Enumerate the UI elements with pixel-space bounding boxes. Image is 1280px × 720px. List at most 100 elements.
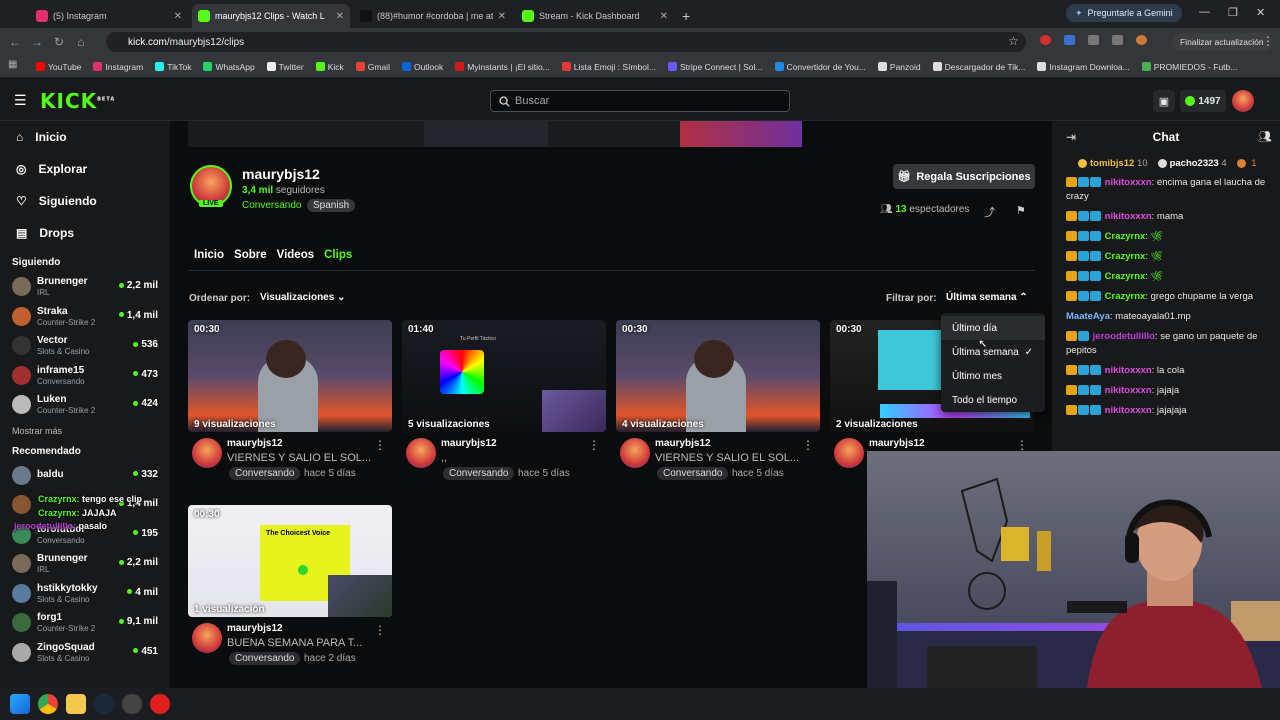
- tab-videos[interactable]: Videos: [277, 249, 315, 261]
- close-window-button[interactable]: ✕: [1256, 6, 1265, 19]
- steam-icon[interactable]: [94, 694, 114, 714]
- bookmark-item[interactable]: Panzoid: [877, 62, 921, 72]
- browser-tab[interactable]: Stream - Kick Dashboard ✕: [516, 4, 674, 28]
- channel-item[interactable]: Brunenger IRL 2,2 mil: [0, 272, 170, 302]
- clip-category-tag[interactable]: Conversando: [229, 652, 301, 665]
- sidebar-item-drops[interactable]: ▤ Drops: [0, 217, 170, 249]
- follow-settings-icon[interactable]: ⚑: [1016, 204, 1026, 217]
- tab-close-icon[interactable]: ✕: [336, 11, 344, 22]
- new-tab-button[interactable]: +: [682, 8, 690, 24]
- bookmark-item[interactable]: YouTube: [36, 62, 81, 72]
- dashboard-icon[interactable]: ▣: [1153, 90, 1175, 112]
- gift-subscriptions-button[interactable]: 🎁︎ Regala Suscripciones: [893, 164, 1035, 189]
- clip-thumbnail[interactable]: The Choicest Voice 00:30 1 visualización: [188, 505, 392, 617]
- clip-title[interactable]: VIERNES Y SALIO EL SOL...: [655, 452, 815, 464]
- bookmark-item[interactable]: Stripe Connect | Sol...: [667, 62, 763, 72]
- channel-item[interactable]: ZingoSquad Slots & Casino 451: [0, 638, 170, 668]
- kick-logo[interactable]: KICKBETA: [40, 89, 115, 113]
- bookmark-item[interactable]: Gmail: [355, 62, 390, 72]
- hamburger-menu-icon[interactable]: ☰: [14, 92, 27, 109]
- share-icon[interactable]: ⤴: [984, 204, 995, 220]
- channel-item[interactable]: Brunenger IRL 2,2 mil: [0, 549, 170, 579]
- clip-thumbnail[interactable]: Tu Perfil Táctico 01:40 5 visualizaciones: [402, 320, 606, 432]
- clip-channel-avatar[interactable]: [192, 438, 222, 468]
- chat-username[interactable]: Crazyrnx: [1105, 291, 1146, 302]
- channel-item[interactable]: forg1 Counter-Strike 2 9,1 mil: [0, 608, 170, 638]
- channel-item[interactable]: Luken Counter-Strike 2 424: [0, 390, 170, 420]
- clip-channel-name[interactable]: maurybjs12: [227, 623, 283, 634]
- bookmark-item[interactable]: Myinstants | ¡El sitio...: [455, 62, 550, 72]
- menu-dots-icon[interactable]: ⋮: [1262, 34, 1274, 48]
- filter-option[interactable]: Última semana ✓: [941, 340, 1045, 364]
- bookmark-item[interactable]: PROMIEDOS - Futb...: [1141, 62, 1237, 72]
- clip-title[interactable]: VIERNES Y SALIO EL SOL...: [227, 452, 387, 464]
- filter-option[interactable]: Último día: [941, 316, 1045, 340]
- clip-card[interactable]: Tu Perfil Táctico 01:40 5 visualizaciones m…: [402, 320, 606, 480]
- minimize-button[interactable]: —: [1199, 6, 1210, 18]
- sidebar-item-siguiendo[interactable]: ♡ Siguiendo: [0, 185, 170, 217]
- channel-category[interactable]: Conversando: [242, 200, 301, 211]
- update-button[interactable]: Finalizar actualización: [1172, 33, 1272, 51]
- url-field[interactable]: kick.com/maurybjs12/clips: [106, 32, 1026, 52]
- media-icon[interactable]: [1112, 35, 1123, 45]
- clip-channel-name[interactable]: maurybjs12: [441, 438, 497, 449]
- tab-close-icon[interactable]: ✕: [498, 11, 506, 22]
- search-input[interactable]: Buscar: [490, 90, 790, 112]
- browser-tab[interactable]: (5) Instagram ✕: [30, 4, 188, 28]
- filter-option[interactable]: Último mes: [941, 364, 1045, 388]
- show-more-link[interactable]: Mostrar más: [0, 420, 170, 442]
- extension-icon[interactable]: [1064, 35, 1075, 45]
- clip-channel-avatar[interactable]: [192, 623, 222, 653]
- clip-menu-icon[interactable]: ⋮: [374, 438, 386, 452]
- filter-dropdown[interactable]: Última semana ⌃: [946, 292, 1028, 303]
- chat-username[interactable]: nikitoxxxn: [1105, 405, 1152, 416]
- channel-item[interactable]: Vector Slots & Casino 536: [0, 331, 170, 361]
- back-icon[interactable]: ←: [4, 35, 26, 49]
- clip-card[interactable]: 00:30 9 visualizaciones maurybjs12 VIERNES …: [188, 320, 392, 480]
- clip-category-tag[interactable]: Conversando: [443, 467, 515, 480]
- clip-card[interactable]: 00:30 4 visualizaciones maurybjs12 VIERNES …: [616, 320, 820, 480]
- browser-tab[interactable]: maurybjs12 Clips - Watch L ✕: [192, 4, 350, 28]
- clip-channel-avatar[interactable]: [406, 438, 436, 468]
- clip-card[interactable]: The Choicest Voice 00:30 1 visualización ma…: [188, 505, 392, 665]
- bookmark-star-icon[interactable]: ☆: [1008, 34, 1019, 48]
- clip-category-tag[interactable]: Conversando: [229, 467, 301, 480]
- windows-start-icon[interactable]: [10, 694, 30, 714]
- user-avatar[interactable]: [1232, 90, 1254, 112]
- kick-coins-button[interactable]: 1497: [1180, 90, 1226, 112]
- clip-thumbnail[interactable]: 00:30 9 visualizaciones: [188, 320, 392, 432]
- chat-username[interactable]: nikitoxxxn: [1105, 177, 1152, 188]
- chrome-icon[interactable]: [38, 694, 58, 714]
- file-explorer-icon[interactable]: [66, 694, 86, 714]
- home-icon[interactable]: ⌂: [70, 35, 92, 49]
- channel-item[interactable]: inframe15 Conversando 473: [0, 361, 170, 391]
- reload-icon[interactable]: ↻: [48, 35, 70, 49]
- tab-search-button[interactable]: [0, 4, 26, 28]
- chat-username[interactable]: Crazyrnx: [1105, 271, 1146, 282]
- bookmark-item[interactable]: Lista Emoji : Símbol...: [561, 62, 656, 72]
- obs-icon[interactable]: [122, 694, 142, 714]
- chat-users-icon[interactable]: 👥︎: [1258, 130, 1272, 143]
- filter-option[interactable]: Todo el tiempo: [941, 388, 1045, 412]
- chat-username[interactable]: Crazyrnx: [1105, 251, 1146, 262]
- bookmark-item[interactable]: TikTok: [155, 62, 191, 72]
- clip-category-tag[interactable]: Conversando: [657, 467, 729, 480]
- sort-dropdown[interactable]: Visualizaciones ⌄: [260, 292, 345, 303]
- tab-inicio[interactable]: Inicio: [194, 249, 224, 261]
- bookmark-item[interactable]: Twitter: [266, 62, 304, 72]
- chat-username[interactable]: jeroodetullillo: [1093, 331, 1155, 342]
- chat-username[interactable]: nikitoxxxn: [1105, 385, 1152, 396]
- gemini-button[interactable]: ✦ Preguntarle a Gemini: [1066, 4, 1182, 22]
- channel-item[interactable]: Straka Counter-Strike 2 1,4 mil: [0, 302, 170, 332]
- clip-thumbnail[interactable]: 00:30 4 visualizaciones: [616, 320, 820, 432]
- bookmark-item[interactable]: Instagram: [93, 62, 143, 72]
- chat-username[interactable]: MaateAya: [1066, 311, 1110, 322]
- clip-menu-icon[interactable]: ⋮: [1016, 438, 1028, 452]
- tab-close-icon[interactable]: ✕: [660, 11, 668, 22]
- chat-username[interactable]: nikitoxxxn: [1105, 365, 1152, 376]
- clip-channel-avatar[interactable]: [620, 438, 650, 468]
- forward-icon[interactable]: →: [26, 35, 48, 49]
- browser-tab[interactable]: (88)#humor #cordoba | me ato ✕: [354, 4, 512, 28]
- chat-username[interactable]: nikitoxxxn: [1105, 211, 1152, 222]
- sidebar-item-explorar[interactable]: ◎ Explorar: [0, 153, 170, 185]
